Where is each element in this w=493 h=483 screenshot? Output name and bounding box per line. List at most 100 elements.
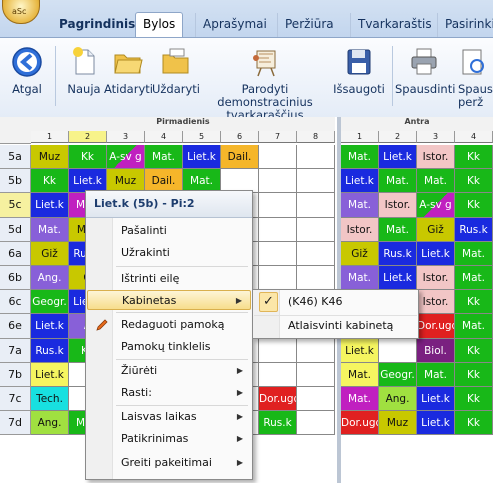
- lesson-cell[interactable]: Liet.k: [31, 362, 69, 387]
- lesson-cell[interactable]: [259, 241, 297, 266]
- menu-item-quick-change[interactable]: Greiti pakeitimai ▶: [87, 453, 251, 473]
- period-header[interactable]: 3: [107, 131, 145, 143]
- lesson-cell[interactable]: Liet.k: [379, 145, 417, 170]
- lesson-cell[interactable]: Kk: [455, 411, 493, 436]
- period-header[interactable]: 6: [221, 131, 259, 143]
- class-row-label[interactable]: 7c: [0, 387, 31, 412]
- lesson-cell[interactable]: [259, 362, 297, 387]
- lesson-cell[interactable]: Geogr.: [31, 290, 69, 315]
- class-row-label[interactable]: 7a: [0, 338, 31, 363]
- class-row-label[interactable]: 7b: [0, 362, 31, 387]
- lesson-cell[interactable]: Mat.: [341, 266, 379, 291]
- menu-item-remove[interactable]: Pašalinti: [87, 221, 251, 241]
- lesson-cell[interactable]: Rus.k: [31, 338, 69, 363]
- class-row-label[interactable]: 7d: [0, 411, 31, 436]
- app-menu-button[interactable]: aSc: [2, 0, 40, 24]
- period-header[interactable]: 4: [455, 131, 493, 143]
- save-button[interactable]: Išsaugoti: [330, 42, 388, 112]
- print-preview-button[interactable]: Spausd perž: [452, 42, 493, 112]
- lesson-cell[interactable]: Mat.: [379, 169, 417, 194]
- lesson-cell[interactable]: Rus.k: [259, 411, 297, 436]
- lesson-cell[interactable]: Mat.: [341, 387, 379, 412]
- lesson-cell[interactable]: [297, 217, 335, 242]
- lesson-cell[interactable]: [297, 145, 335, 170]
- period-header[interactable]: 2: [379, 131, 417, 143]
- lesson-cell[interactable]: Kk: [455, 290, 493, 315]
- lesson-cell[interactable]: [297, 193, 335, 218]
- tab-perziura[interactable]: Peržiūra: [277, 13, 341, 37]
- lesson-cell[interactable]: [259, 217, 297, 242]
- lesson-cell[interactable]: Tech.: [31, 387, 69, 412]
- lesson-cell[interactable]: Kk: [455, 362, 493, 387]
- tab-tvarkarastis[interactable]: Tvarkaraštis: [350, 13, 439, 37]
- menu-item-edit-lesson[interactable]: Redaguoti pamoką: [87, 315, 251, 335]
- lesson-cell[interactable]: Mat.: [379, 217, 417, 242]
- lesson-cell[interactable]: Ang.: [31, 411, 69, 436]
- lesson-cell[interactable]: Kk: [69, 145, 107, 170]
- lesson-cell[interactable]: Dail.: [221, 145, 259, 170]
- tab-bylos[interactable]: Bylos: [135, 12, 184, 38]
- lesson-cell[interactable]: [297, 338, 335, 363]
- lesson-cell[interactable]: Istor.: [341, 217, 379, 242]
- tab-aprasymai[interactable]: Aprašymai: [195, 13, 274, 37]
- period-header[interactable]: 1: [341, 131, 379, 143]
- lesson-cell[interactable]: [259, 193, 297, 218]
- lesson-cell[interactable]: Mat.: [341, 362, 379, 387]
- lesson-cell[interactable]: Mat.: [455, 241, 493, 266]
- menu-item-lesson-grid[interactable]: Pamokų tinklelis: [87, 337, 251, 357]
- period-header[interactable]: 8: [297, 131, 335, 143]
- lesson-cell[interactable]: Giž: [341, 241, 379, 266]
- lesson-cell[interactable]: Kk: [455, 338, 493, 363]
- class-row-label[interactable]: 5b: [0, 169, 31, 194]
- lesson-cell[interactable]: Istor.: [417, 145, 455, 170]
- class-row-label[interactable]: 6e: [0, 314, 31, 339]
- period-header[interactable]: 5: [183, 131, 221, 143]
- print-button[interactable]: Spausdinti: [395, 42, 455, 112]
- lesson-cell[interactable]: Istor.: [379, 193, 417, 218]
- lesson-cell[interactable]: Kk: [455, 145, 493, 170]
- lesson-cell[interactable]: Mat.: [341, 193, 379, 218]
- lesson-cell[interactable]: Liet.k: [31, 314, 69, 339]
- lesson-cell[interactable]: Ang.: [31, 266, 69, 291]
- menu-item-view[interactable]: Žiūrėti ▶: [87, 361, 251, 381]
- lesson-cell[interactable]: [297, 266, 335, 291]
- lesson-cell[interactable]: Liet.k: [31, 193, 69, 218]
- period-header[interactable]: 4: [145, 131, 183, 143]
- lesson-cell[interactable]: Dor.ugd: [341, 411, 379, 436]
- lesson-cell[interactable]: Dor.ugd: [417, 314, 455, 339]
- open-button[interactable]: Atidaryti: [104, 42, 153, 112]
- class-row-label[interactable]: 5c: [0, 193, 31, 218]
- lesson-cell[interactable]: Geogr.: [379, 362, 417, 387]
- lesson-cell[interactable]: Mat.: [455, 266, 493, 291]
- lesson-cell[interactable]: Rus.k: [455, 217, 493, 242]
- lesson-cell[interactable]: A-sv g: [417, 193, 455, 218]
- class-row-label[interactable]: 6b: [0, 266, 31, 291]
- lesson-cell[interactable]: [297, 362, 335, 387]
- period-header[interactable]: 2: [69, 131, 107, 143]
- back-button[interactable]: Atgal: [2, 42, 52, 112]
- lesson-cell[interactable]: [259, 266, 297, 291]
- lesson-cell[interactable]: [259, 338, 297, 363]
- menu-item-free-time[interactable]: Laisvas laikas ▶: [87, 407, 251, 427]
- lesson-cell[interactable]: Liet.k: [341, 169, 379, 194]
- period-header[interactable]: 1: [31, 131, 69, 143]
- lesson-cell[interactable]: Liet.k: [341, 338, 379, 363]
- lesson-cell[interactable]: A-sv g: [107, 145, 145, 170]
- lesson-cell[interactable]: Istor.: [417, 266, 455, 291]
- lesson-cell[interactable]: Liet.k: [417, 411, 455, 436]
- class-row-label[interactable]: 5d: [0, 217, 31, 242]
- lesson-cell[interactable]: Dor.ugd: [259, 387, 297, 412]
- lesson-cell[interactable]: [297, 169, 335, 194]
- lesson-cell[interactable]: Mat.: [455, 314, 493, 339]
- submenu-item-free-room[interactable]: Atlaisvinti kabinetą: [254, 315, 417, 335]
- class-row-label[interactable]: 6c: [0, 290, 31, 315]
- lesson-cell[interactable]: Ang.: [379, 387, 417, 412]
- lesson-cell[interactable]: Liet.k: [417, 387, 455, 412]
- lesson-cell[interactable]: [259, 169, 297, 194]
- lesson-cell[interactable]: Istor.: [417, 290, 455, 315]
- lesson-cell[interactable]: [297, 387, 335, 412]
- lesson-cell[interactable]: Muz: [379, 411, 417, 436]
- lesson-cell[interactable]: Giž: [417, 217, 455, 242]
- lesson-cell[interactable]: Mat.: [145, 145, 183, 170]
- period-header[interactable]: 7: [259, 131, 297, 143]
